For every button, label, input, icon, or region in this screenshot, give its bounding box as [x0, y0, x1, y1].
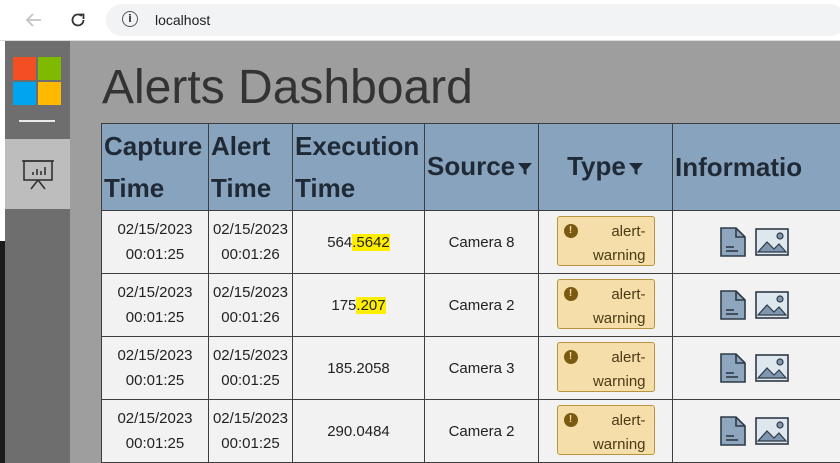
execution-time-cell: 185.2058: [292, 336, 425, 400]
alert-time-cell: 02/15/2023 00:01:25: [208, 336, 293, 400]
image-icon[interactable]: [755, 291, 789, 319]
table-row: 02/15/2023 00:01:25 02/15/2023 00:01:26 56…: [101, 210, 840, 274]
table-row: 02/15/2023 00:01:25 02/15/2023 00:01:26 17…: [101, 273, 840, 337]
reload-icon: [71, 13, 85, 27]
source-cell: Camera 2: [424, 399, 539, 463]
microsoft-logo[interactable]: [13, 57, 61, 105]
back-button[interactable]: [20, 6, 48, 34]
exclamation-icon: !: [563, 413, 578, 427]
table-row: 02/15/2023 00:01:25 02/15/2023 00:01:25 29…: [101, 399, 840, 463]
document-icon[interactable]: [719, 352, 747, 384]
image-icon[interactable]: [755, 354, 789, 382]
column-header-capture-time[interactable]: Capture Time: [101, 123, 209, 211]
alert-warning-badge: ! alert-warning: [556, 405, 655, 455]
information-cell: [672, 399, 840, 463]
information-cell: [672, 336, 840, 400]
page-title: Alerts Dashboard: [102, 61, 473, 114]
funnel-icon[interactable]: [628, 147, 644, 189]
source-cell: Camera 8: [424, 210, 539, 274]
source-cell: Camera 2: [424, 273, 539, 337]
document-icon[interactable]: [719, 226, 747, 258]
execution-time-cell: 564.5642: [292, 210, 425, 274]
exclamation-icon: !: [563, 350, 578, 364]
info-icon[interactable]: i: [122, 11, 138, 27]
exclamation-icon: !: [563, 287, 578, 301]
alert-time-cell: 02/15/2023 00:01:26: [208, 273, 293, 337]
capture-time-cell: 02/15/2023 00:01:25: [101, 399, 209, 463]
type-cell: ! alert-warning: [538, 399, 673, 463]
column-header-execution-time[interactable]: Execution Time: [292, 123, 425, 211]
column-header-source[interactable]: Source: [424, 123, 539, 211]
type-cell: ! alert-warning: [538, 336, 673, 400]
type-cell: ! alert-warning: [538, 210, 673, 274]
type-cell: ! alert-warning: [538, 273, 673, 337]
source-cell: Camera 3: [424, 336, 539, 400]
image-icon[interactable]: [755, 228, 789, 256]
execution-time-cell: 175.207: [292, 273, 425, 337]
browser-toolbar: i localhost: [0, 0, 840, 41]
highlighted-text: .5642: [352, 233, 390, 251]
alert-warning-badge: ! alert-warning: [556, 216, 655, 266]
alerts-table-container: Capture Time Alert Time Execution Time Sour…: [101, 123, 840, 463]
alert-warning-badge: ! alert-warning: [556, 279, 655, 329]
table-row: 02/15/2023 00:01:25 02/15/2023 00:01:25 18…: [101, 336, 840, 400]
nav-item-dashboard[interactable]: [5, 139, 70, 209]
capture-time-cell: 02/15/2023 00:01:25: [101, 336, 209, 400]
funnel-icon[interactable]: [517, 147, 533, 189]
document-icon[interactable]: [719, 289, 747, 321]
table-header-row: Capture Time Alert Time Execution Time Sour…: [101, 123, 840, 211]
highlighted-text: .207: [356, 296, 386, 314]
nav-divider: [19, 120, 55, 122]
information-cell: [672, 210, 840, 274]
presentation-chart-icon: [21, 160, 54, 190]
image-icon[interactable]: [755, 417, 789, 445]
alerts-table: Capture Time Alert Time Execution Time Sour…: [101, 123, 840, 463]
alert-warning-badge: ! alert-warning: [556, 342, 655, 392]
capture-time-cell: 02/15/2023 00:01:25: [101, 273, 209, 337]
reload-button[interactable]: [64, 6, 92, 34]
left-nav: [5, 41, 70, 463]
column-header-alert-time[interactable]: Alert Time: [208, 123, 293, 211]
arrow-left-icon: [25, 13, 41, 27]
exclamation-icon: !: [563, 224, 578, 238]
alert-time-cell: 02/15/2023 00:01:26: [208, 210, 293, 274]
column-header-type[interactable]: Type: [538, 123, 673, 211]
capture-time-cell: 02/15/2023 00:01:25: [101, 210, 209, 274]
url-text: localhost: [155, 12, 211, 28]
column-header-information[interactable]: Informatio: [672, 123, 840, 211]
document-icon[interactable]: [719, 415, 747, 447]
address-bar[interactable]: i localhost: [106, 4, 840, 36]
execution-time-cell: 290.0484: [292, 399, 425, 463]
information-cell: [672, 273, 840, 337]
alert-time-cell: 02/15/2023 00:01:25: [208, 399, 293, 463]
